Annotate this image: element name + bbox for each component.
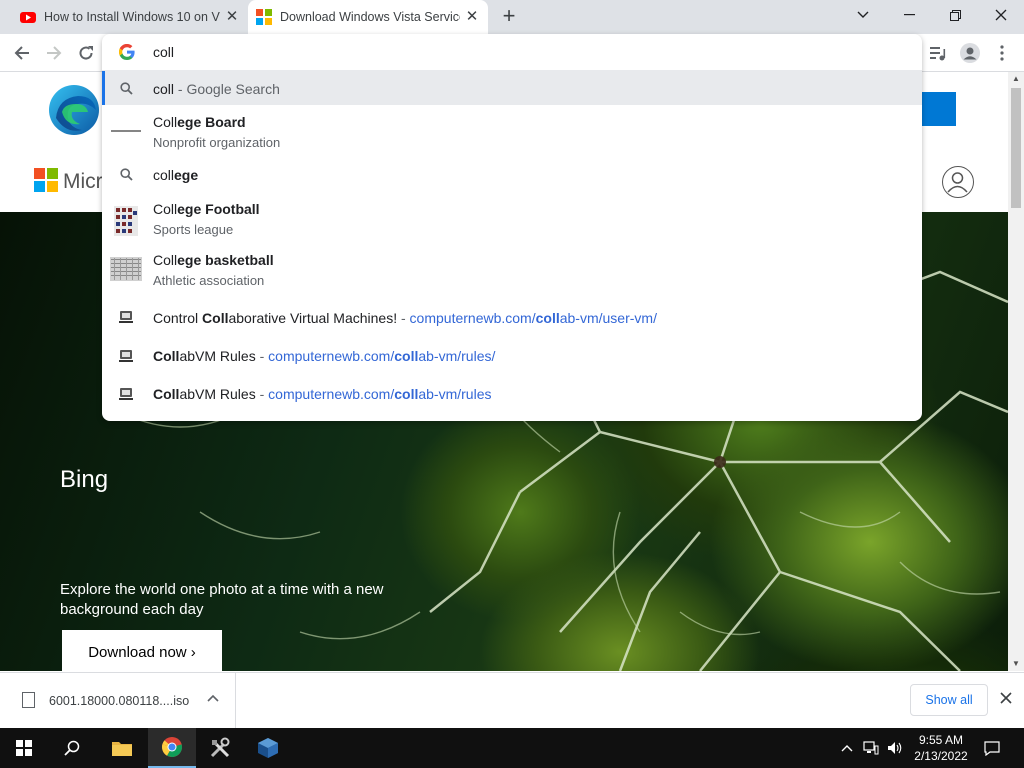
tools-taskbar-button[interactable] (196, 728, 244, 768)
windows-logo-icon (256, 9, 272, 25)
suggestion-text: CollabVM Rules - computernewb.com/collab… (153, 348, 496, 364)
close-shelf-icon[interactable] (996, 691, 1016, 711)
omnibox-input[interactable]: coll (153, 44, 174, 60)
hero-title: Bing (60, 466, 109, 493)
collabvm-favicon (119, 350, 133, 362)
college-football-thumb (114, 206, 138, 236)
search-taskbar-button[interactable] (48, 728, 96, 768)
show-all-button[interactable]: Show all (910, 684, 988, 716)
forward-button[interactable] (40, 39, 68, 67)
tab-windows-vista[interactable]: Download Windows Vista Service ✕ (248, 0, 488, 34)
suggestion-history-collab-vm[interactable]: Control Collaborative Virtual Machines! … (102, 299, 922, 337)
suggestion-text: Control Collaborative Virtual Machines! … (153, 310, 657, 326)
omnibox-dropdown: coll coll - Google Search College Board … (102, 34, 922, 421)
clock-date: 2/13/2022 (914, 749, 968, 763)
suggestion-college-board[interactable]: College Board Nonprofit organization (102, 105, 922, 156)
download-filename: 6001.18000.080118....iso (49, 694, 190, 708)
suggestion-college-basketball[interactable]: College basketball Athletic association (102, 243, 922, 294)
download-shelf: 6001.18000.080118....iso Show all (0, 672, 1024, 728)
file-explorer-button[interactable] (98, 728, 146, 768)
minimize-button[interactable] (886, 0, 932, 30)
hero-description: Explore the world one photo at a time wi… (60, 581, 384, 618)
edge-logo-icon (49, 85, 99, 135)
account-icon[interactable] (942, 166, 974, 198)
file-icon (22, 692, 35, 708)
microsoft-brand-text[interactable]: Micr (63, 170, 103, 194)
tab-search-chevron-icon[interactable] (840, 0, 886, 30)
suggestion-college[interactable]: college (102, 156, 922, 192)
restore-button[interactable] (932, 0, 978, 30)
college-basketball-thumb (110, 257, 142, 281)
tab-title: Download Windows Vista Service (280, 10, 460, 24)
tab-strip: How to Install Windows 10 on Vir ✕ Downl… (0, 0, 1024, 34)
page-scrollbar[interactable]: ▲ ▼ (1008, 72, 1024, 671)
close-window-button[interactable] (978, 0, 1024, 30)
chrome-taskbar-button[interactable] (148, 728, 196, 768)
scroll-thumb[interactable] (1011, 88, 1021, 208)
download-item[interactable]: 6001.18000.080118....iso (0, 673, 236, 728)
chevron-up-icon[interactable] (205, 691, 221, 707)
tab-close-icon[interactable]: ✕ (464, 9, 480, 25)
suggestion-title: College Football (153, 201, 260, 217)
virtualbox-icon (258, 738, 278, 758)
network-icon[interactable] (860, 728, 882, 768)
scroll-up-arrow-icon[interactable]: ▲ (1008, 72, 1024, 86)
scroll-down-arrow-icon[interactable]: ▼ (1008, 657, 1024, 671)
suggestion-google-search[interactable]: coll - Google Search (102, 71, 922, 105)
volume-icon[interactable] (884, 728, 906, 768)
profile-avatar[interactable] (956, 39, 984, 67)
search-icon (64, 740, 80, 756)
suggestion-title: College Board (153, 114, 246, 130)
suggestion-subtitle: Nonprofit organization (153, 135, 281, 150)
notifications-icon[interactable] (980, 728, 1004, 768)
download-now-button[interactable]: Download now › (62, 630, 222, 671)
suggestion-text: coll - Google Search (153, 81, 280, 97)
windows-start-icon (16, 740, 32, 756)
search-icon (117, 79, 135, 97)
tab-youtube[interactable]: How to Install Windows 10 on Vir ✕ (12, 0, 248, 34)
start-button[interactable] (0, 728, 48, 768)
suggestion-text: college (153, 167, 199, 183)
folder-icon (112, 742, 132, 756)
suggestion-history-collabvm-rules-2[interactable]: CollabVM Rules - computernewb.com/collab… (102, 375, 922, 413)
suggestion-subtitle: Athletic association (153, 273, 265, 288)
address-bar[interactable]: coll (102, 34, 922, 70)
back-button[interactable] (8, 39, 36, 67)
suggestion-text: CollabVM Rules - computernewb.com/collab… (153, 386, 492, 402)
windows-taskbar: 9:55 AM 2/13/2022 (0, 728, 1024, 768)
virtualbox-taskbar-button[interactable] (244, 728, 292, 768)
chrome-icon (161, 737, 183, 758)
suggestion-title: College basketball (153, 252, 274, 268)
menu-kebab-icon[interactable] (988, 39, 1016, 67)
college-board-thumb (110, 129, 142, 133)
clock-time: 9:55 AM (918, 733, 964, 747)
suggestion-history-collabvm-rules[interactable]: CollabVM Rules - computernewb.com/collab… (102, 337, 922, 375)
media-control-icon[interactable] (924, 39, 952, 67)
suggestion-college-football[interactable]: College Football Sports league (102, 192, 922, 243)
tools-icon (210, 737, 230, 758)
search-icon (117, 165, 135, 183)
collabvm-favicon (119, 311, 133, 323)
collabvm-favicon (119, 388, 133, 400)
youtube-icon (20, 12, 36, 23)
suggestion-subtitle: Sports league (153, 222, 234, 237)
new-tab-button[interactable]: + (498, 5, 520, 28)
google-g-icon (119, 44, 135, 60)
microsoft-logo-icon[interactable] (34, 168, 58, 192)
tab-title: How to Install Windows 10 on Vir (44, 10, 220, 24)
tray-overflow-chevron-icon[interactable] (838, 728, 856, 768)
system-clock[interactable]: 9:55 AM 2/13/2022 (906, 732, 976, 764)
reload-button[interactable] (72, 39, 100, 67)
tab-close-icon[interactable]: ✕ (224, 9, 240, 25)
